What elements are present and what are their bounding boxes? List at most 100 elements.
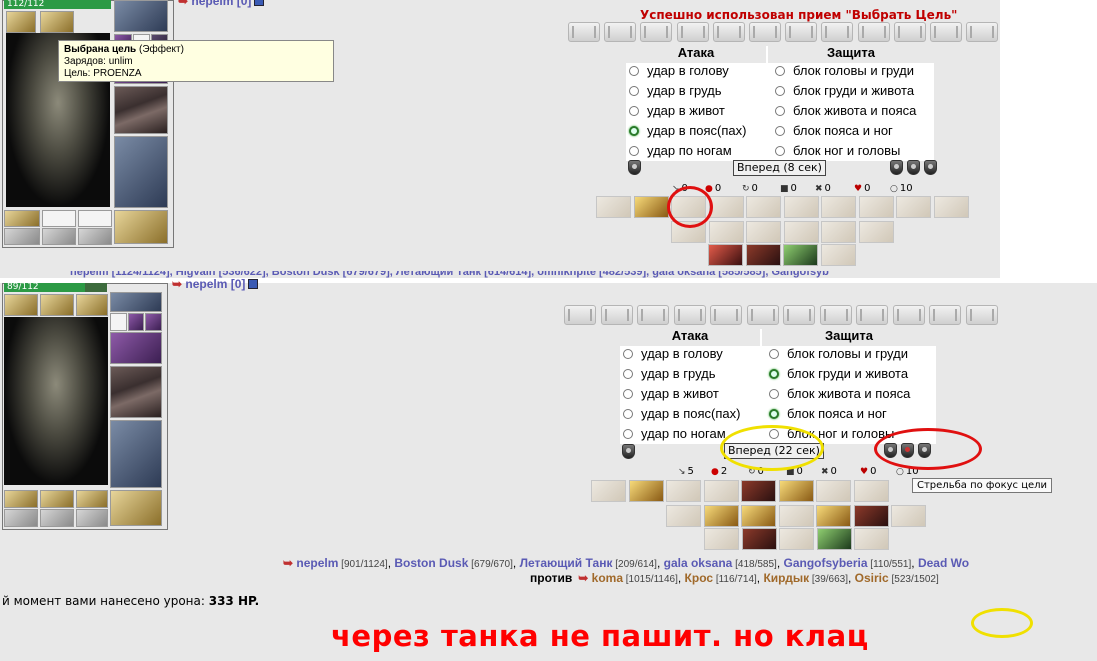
skill-icon[interactable] [633, 196, 669, 218]
top-slot-legs[interactable] [114, 136, 168, 208]
skill-icon[interactable] [816, 480, 851, 502]
skill-icon[interactable] [741, 505, 776, 527]
top-slot-weapon[interactable] [114, 86, 168, 134]
skill-icon[interactable] [666, 505, 701, 527]
scroll-slot[interactable] [893, 22, 926, 42]
player-name[interactable]: Крос [685, 571, 714, 585]
skill-icon[interactable] [708, 196, 744, 218]
skill-icon[interactable] [778, 480, 814, 502]
scroll-slot[interactable] [785, 22, 818, 42]
player-name[interactable]: koma [592, 571, 623, 585]
skill-icon[interactable] [853, 480, 889, 502]
top-buff-icon-2[interactable] [40, 11, 74, 33]
skill-icon[interactable] [933, 196, 969, 218]
top-slot-bottom-6[interactable] [78, 228, 112, 245]
defense-option[interactable]: блок пояса и ног [775, 122, 893, 140]
attack-option[interactable]: удар в голову [623, 345, 723, 363]
radio-button[interactable] [623, 389, 633, 399]
skill-icon[interactable] [821, 196, 856, 218]
top-shield-icon-2[interactable] [907, 160, 920, 175]
bottom-buff-icon-3[interactable] [76, 294, 108, 316]
bottom-slot-legs[interactable] [110, 420, 162, 488]
defense-option[interactable]: блок груди и живота [769, 365, 908, 383]
skill-icon[interactable] [703, 505, 739, 527]
scroll-slot[interactable] [673, 305, 706, 325]
scroll-slot[interactable] [929, 305, 961, 325]
scroll-slot[interactable] [746, 305, 779, 325]
attack-option[interactable]: удар в пояс(пах) [629, 122, 746, 140]
top-buff-icon-1[interactable] [6, 11, 36, 33]
radio-button[interactable] [629, 146, 639, 156]
radio-button[interactable] [623, 349, 633, 359]
skill-icon[interactable] [666, 480, 701, 502]
top-slot-boots[interactable] [114, 210, 168, 244]
top-header-name[interactable]: ➥ nepelm [0] [178, 0, 265, 8]
skill-icon[interactable] [816, 505, 851, 527]
bottom-slot-bottom-1[interactable] [4, 490, 38, 508]
bottom-slot-bottom-3[interactable] [76, 490, 108, 508]
skill-icon[interactable] [741, 480, 776, 502]
scroll-slot[interactable] [637, 305, 669, 325]
scroll-slot[interactable] [857, 22, 890, 42]
skill-icon[interactable] [820, 244, 856, 266]
attack-option[interactable]: удар в пояс(пах) [623, 405, 740, 423]
skill-icon[interactable] [821, 221, 856, 243]
top-shield-icon-1[interactable] [890, 160, 903, 175]
bottom-slot-bottom-6[interactable] [76, 509, 108, 527]
player-name[interactable]: Кирдык [763, 571, 809, 585]
defense-option[interactable]: блок пояса и ног [769, 405, 887, 423]
radio-button[interactable] [629, 126, 639, 136]
skill-icon[interactable] [704, 528, 739, 550]
radio-button[interactable] [623, 409, 633, 419]
scroll-slot[interactable] [749, 22, 781, 42]
scroll-slot[interactable] [676, 22, 709, 42]
skill-icon[interactable] [628, 480, 664, 502]
attack-option[interactable]: удар в грудь [623, 365, 716, 383]
scroll-slot[interactable] [892, 305, 925, 325]
bottom-slot-ring-3[interactable] [145, 313, 162, 331]
skill-icon[interactable] [853, 505, 889, 527]
skill-icon[interactable] [858, 221, 894, 243]
top-slot-bottom-2[interactable] [42, 210, 76, 227]
scroll-slot[interactable] [930, 22, 962, 42]
scroll-slot[interactable] [710, 305, 742, 325]
top-left-shield-icon[interactable] [628, 160, 641, 175]
top-forward-button[interactable]: Вперед (8 сек) [733, 160, 826, 176]
bottom-slot-ring-2[interactable] [128, 313, 144, 331]
scroll-slot[interactable] [821, 22, 854, 42]
bottom-header-name[interactable]: ➥ nepelm [0] [172, 277, 259, 291]
scroll-slot[interactable] [640, 22, 673, 42]
skill-icon[interactable] [779, 528, 814, 550]
skill-icon[interactable] [858, 196, 894, 218]
radio-button[interactable] [629, 86, 639, 96]
attack-option[interactable]: удар по ногам [629, 142, 732, 160]
player-name[interactable]: gala oksana [664, 556, 733, 570]
radio-button[interactable] [769, 409, 779, 419]
scroll-slot[interactable] [965, 305, 998, 325]
radio-button[interactable] [775, 66, 785, 76]
skill-icon[interactable] [854, 528, 889, 550]
skill-icon[interactable] [783, 196, 819, 218]
scroll-slot[interactable] [966, 22, 999, 42]
defense-option[interactable]: блок груди и живота [775, 82, 914, 100]
bottom-slot-ring-1[interactable] [110, 313, 127, 331]
defense-option[interactable]: блок живота и пояса [775, 102, 916, 120]
top-slot-bottom-3[interactable] [78, 210, 112, 227]
bottom-slot-gloves[interactable] [110, 332, 162, 364]
player-name[interactable]: Летающий Танк [520, 556, 613, 570]
skill-icon[interactable] [591, 480, 626, 502]
bottom-left-shield-icon[interactable] [622, 444, 635, 459]
scroll-slot[interactable] [783, 305, 815, 325]
bottom-buff-icon-2[interactable] [40, 294, 74, 316]
radio-button[interactable] [775, 106, 785, 116]
attack-option[interactable]: удар в живот [623, 385, 719, 403]
player-name[interactable]: Dead Wo [918, 556, 969, 570]
skill-icon[interactable] [746, 221, 781, 243]
bottom-slot-bottom-5[interactable] [40, 509, 74, 527]
bottom-slot-helmet[interactable] [110, 292, 162, 312]
scroll-slot[interactable] [712, 22, 745, 42]
skill-icon[interactable] [896, 196, 931, 218]
radio-button[interactable] [769, 349, 779, 359]
skill-icon[interactable] [778, 505, 814, 527]
bottom-slot-boots[interactable] [110, 490, 162, 526]
